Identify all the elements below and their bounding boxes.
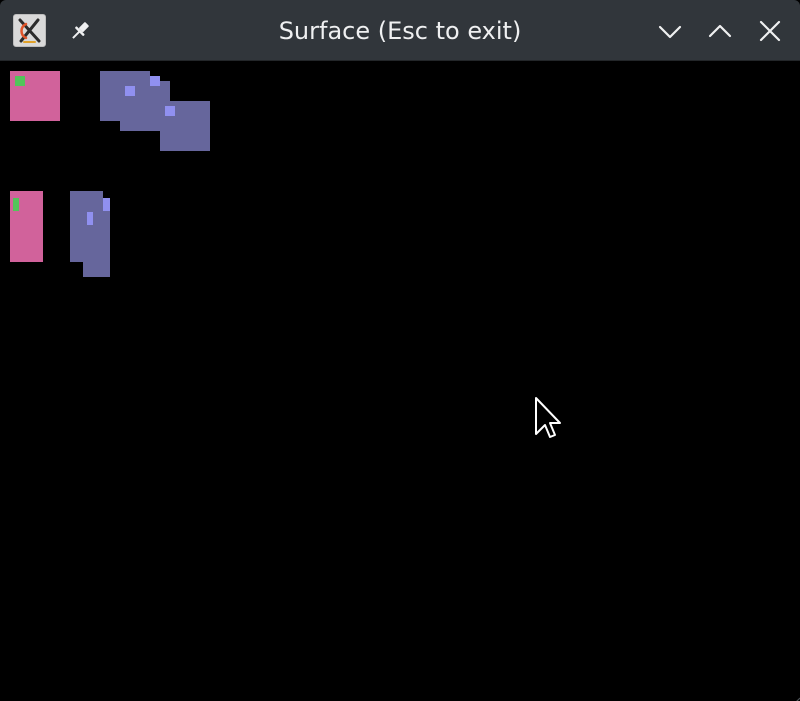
close-button[interactable] [756,17,784,45]
green-marker [13,198,19,211]
close-icon [759,20,781,42]
title-bar[interactable]: Surface (Esc to exit) [0,0,800,61]
lilac-marker [150,76,160,86]
lilac-marker [87,212,93,225]
chevron-up-icon [708,24,732,38]
chevron-down-icon [658,25,682,39]
pin-icon [72,22,89,39]
minimize-button[interactable] [656,17,684,45]
window-title: Surface (Esc to exit) [278,17,522,45]
maximize-button[interactable] [706,17,734,45]
green-marker [15,76,25,86]
lilac-marker [103,198,110,211]
mouse-pointer-icon [534,396,562,440]
drawing-surface[interactable] [0,61,800,701]
lilac-marker [165,106,175,116]
pin-button[interactable] [66,17,94,45]
x-app-icon[interactable] [13,14,46,47]
lilac-marker [125,86,135,96]
resize-grip-icon[interactable] [790,691,800,701]
surface-window: Surface (Esc to exit) [0,0,800,701]
